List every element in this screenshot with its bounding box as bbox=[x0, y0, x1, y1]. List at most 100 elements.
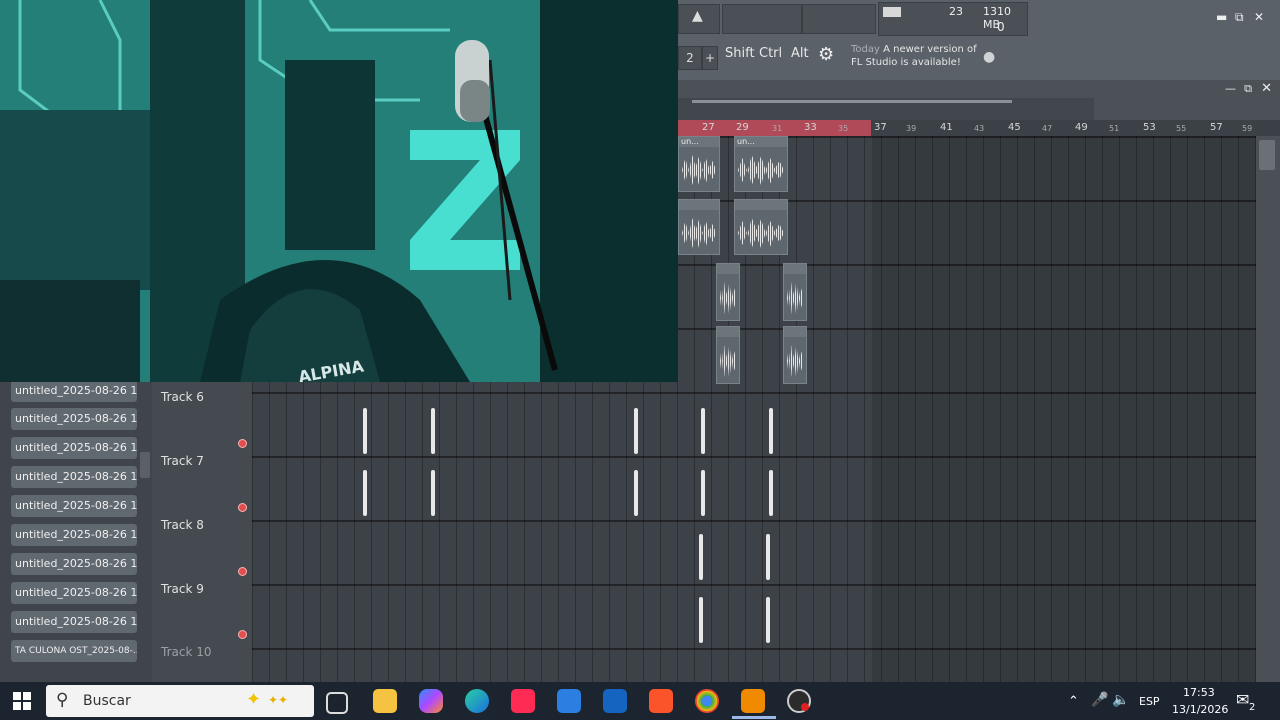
audio-clip[interactable] bbox=[734, 199, 788, 255]
audio-clip[interactable] bbox=[783, 263, 807, 321]
playlist-header: — ⧉ ✕ bbox=[678, 80, 1280, 120]
language-indicator[interactable]: ESP bbox=[1139, 695, 1160, 708]
restore-icon[interactable]: ⧉ bbox=[1244, 82, 1252, 96]
news-text-line1: A newer version of bbox=[883, 44, 977, 55]
typing-keyboard-icon[interactable]: ⚙ bbox=[818, 44, 834, 65]
browser-file-item[interactable]: untitled_2025-08-26 19-... bbox=[11, 582, 137, 604]
browser-file-item[interactable]: untitled_2025-08-26 19-... bbox=[11, 495, 137, 517]
clip-header bbox=[784, 264, 806, 274]
clock-time[interactable]: 17:53 bbox=[1183, 686, 1215, 699]
clip-spike[interactable] bbox=[766, 597, 770, 643]
timeline-ruler[interactable]: 27 29 31 33 35 37 39 41 43 45 47 49 51 5… bbox=[678, 120, 1258, 136]
app-restore-icon[interactable]: ⧉ bbox=[1235, 10, 1244, 25]
browser-file-item[interactable]: untitled_2025-08-26 19-... bbox=[11, 611, 137, 633]
ctrl-button[interactable]: Ctrl bbox=[759, 46, 782, 68]
ruler-tick: 35 bbox=[838, 124, 849, 133]
record-arm-icon[interactable] bbox=[238, 503, 247, 512]
waveform bbox=[682, 155, 716, 185]
chrome-icon[interactable] bbox=[695, 689, 719, 713]
clip-spike[interactable] bbox=[431, 408, 435, 454]
audio-clip[interactable]: un... bbox=[678, 136, 720, 192]
clip-spike[interactable] bbox=[766, 534, 770, 580]
chevron-up-icon[interactable]: ⌃ bbox=[1068, 694, 1079, 709]
app-close-icon[interactable]: ✕ bbox=[1254, 10, 1264, 24]
playlist-scrollbar-track[interactable] bbox=[678, 98, 1094, 120]
add-pattern-button[interactable]: + bbox=[702, 46, 718, 70]
pattern-selector[interactable]: 2 bbox=[678, 46, 702, 70]
speaker-icon[interactable]: 🔈 bbox=[1112, 692, 1129, 708]
track-name[interactable]: Track 7 bbox=[161, 454, 204, 468]
browser-file-item[interactable]: untitled_2025-08-26 19-... bbox=[11, 408, 137, 430]
news-text-line2: FL Studio is available! bbox=[851, 57, 961, 68]
browser-scroll-thumb[interactable] bbox=[140, 452, 150, 478]
ruler-tick: 57 bbox=[1210, 122, 1223, 133]
taskbar-search-box[interactable]: ⚲ Buscar ✦ ✦✦ bbox=[46, 685, 314, 717]
search-placeholder: Buscar bbox=[83, 693, 131, 709]
app-minimize-icon[interactable]: ▬ bbox=[1216, 10, 1227, 24]
waveform bbox=[738, 218, 784, 248]
browser-file-item[interactable]: untitled_2025-08-26 19-... bbox=[11, 524, 137, 546]
ruler-tick: 49 bbox=[1075, 122, 1088, 133]
clip-spike[interactable] bbox=[769, 470, 773, 516]
track-name[interactable]: Track 8 bbox=[161, 518, 204, 532]
tiktok-icon[interactable] bbox=[511, 689, 535, 713]
browser-file-item[interactable]: TA CULONA OST_2025-08-... bbox=[11, 640, 137, 662]
store-icon[interactable] bbox=[557, 689, 581, 713]
ruler-tick: 29 bbox=[736, 122, 749, 133]
browser-file-item[interactable]: untitled_2025-08-26 19-... bbox=[11, 380, 137, 402]
clip-spike[interactable] bbox=[634, 408, 638, 454]
cpu-memory-panel: 23 1310 MB 0 bbox=[878, 2, 1028, 36]
clip-spike[interactable] bbox=[769, 408, 773, 454]
clip-spike[interactable] bbox=[634, 470, 638, 516]
browser-file-item[interactable]: untitled_2025-08-26 19-... bbox=[11, 437, 137, 459]
copilot-icon[interactable] bbox=[419, 689, 443, 713]
globe-icon[interactable]: ● bbox=[983, 49, 995, 65]
audio-clip[interactable] bbox=[716, 326, 740, 384]
horizontal-scroll-thumb[interactable] bbox=[692, 100, 1012, 103]
record-arm-icon[interactable] bbox=[238, 567, 247, 576]
fl-studio-icon[interactable] bbox=[741, 689, 765, 713]
track-name[interactable]: Track 10 bbox=[161, 645, 211, 659]
file-explorer-icon[interactable] bbox=[373, 689, 397, 713]
close-icon[interactable]: ✕ bbox=[1261, 81, 1272, 96]
browser-file-item[interactable]: untitled_2025-08-26 19-... bbox=[11, 553, 137, 575]
notification-icon[interactable]: ✉ bbox=[1236, 690, 1249, 709]
record-arm-icon[interactable] bbox=[238, 630, 247, 639]
alt-button[interactable]: Alt bbox=[791, 46, 809, 68]
ruler-tick: 39 bbox=[906, 124, 917, 133]
clip-label: un... bbox=[735, 137, 787, 147]
clip-header bbox=[717, 264, 739, 274]
clip-spike[interactable] bbox=[699, 534, 703, 580]
browser-file-item[interactable]: untitled_2025-08-26 19-... bbox=[11, 466, 137, 488]
ruler-tick: 59 bbox=[1242, 124, 1253, 133]
clip-spike[interactable] bbox=[701, 470, 705, 516]
brave-icon[interactable] bbox=[649, 689, 673, 713]
track-name[interactable]: Track 6 bbox=[161, 390, 204, 404]
windows-start-icon[interactable] bbox=[13, 692, 31, 710]
microphone-icon[interactable]: 🎤 bbox=[1091, 692, 1108, 708]
cpu-value: 23 bbox=[949, 5, 963, 18]
minimize-icon[interactable]: — bbox=[1225, 82, 1236, 95]
metronome-icon[interactable]: ▲ bbox=[692, 8, 703, 24]
shift-button[interactable]: Shift bbox=[725, 46, 755, 68]
audio-clip[interactable] bbox=[678, 199, 720, 255]
clip-spike[interactable] bbox=[363, 408, 367, 454]
webcam-image bbox=[0, 0, 678, 382]
fl-studio-toolbar: ▲ 23 1310 MB 0 2 + bbox=[678, 0, 1280, 80]
vertical-scroll-thumb[interactable] bbox=[1259, 140, 1275, 170]
clock-date[interactable]: 13/1/2026 bbox=[1172, 703, 1228, 716]
audio-clip[interactable] bbox=[716, 263, 740, 321]
clip-spike[interactable] bbox=[701, 408, 705, 454]
outlook-icon[interactable] bbox=[603, 689, 627, 713]
clip-spike[interactable] bbox=[363, 470, 367, 516]
news-panel[interactable]: Today A newer version of FL Studio is av… bbox=[851, 43, 977, 69]
record-arm-icon[interactable] bbox=[238, 439, 247, 448]
clip-spike[interactable] bbox=[699, 597, 703, 643]
playlist-vertical-scrollbar[interactable] bbox=[1256, 136, 1280, 682]
track-name[interactable]: Track 9 bbox=[161, 582, 204, 596]
clip-spike[interactable] bbox=[431, 470, 435, 516]
task-view-icon[interactable] bbox=[326, 692, 348, 714]
edge-icon[interactable] bbox=[465, 689, 489, 713]
audio-clip[interactable] bbox=[783, 326, 807, 384]
audio-clip[interactable]: un... bbox=[734, 136, 788, 192]
